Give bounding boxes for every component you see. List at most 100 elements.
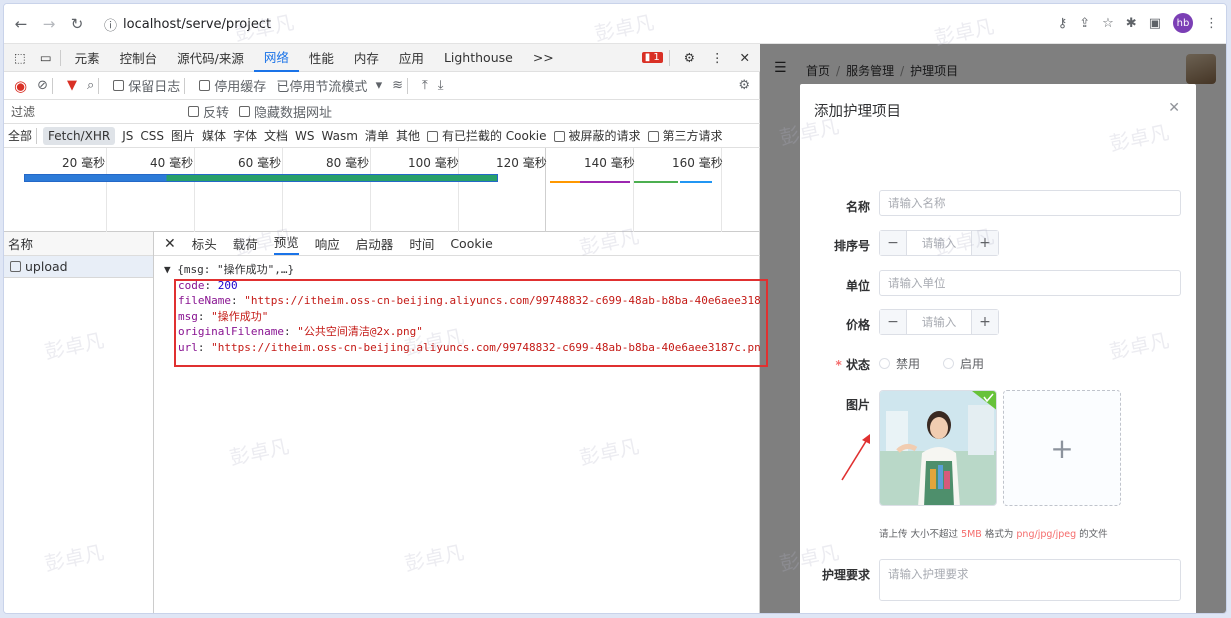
tab-initiator[interactable]: 启动器 — [356, 234, 394, 253]
tab-lighthouse[interactable]: Lighthouse — [434, 44, 523, 72]
type-filter-row: 全部 Fetch/XHR JS CSS 图片 媒体 字体 文档 WS Wasm … — [4, 124, 760, 148]
uploaded-image[interactable] — [879, 390, 997, 506]
reload-icon[interactable]: ↻ — [66, 13, 88, 35]
name-column-header[interactable]: 名称 — [4, 232, 153, 256]
type-manifest[interactable]: 清单 — [365, 127, 389, 144]
timeline-tick: 40 毫秒 — [150, 156, 194, 170]
request-name: upload — [25, 259, 68, 274]
timeline-segment — [580, 181, 630, 183]
type-wasm[interactable]: Wasm — [322, 129, 358, 143]
upload-add-button[interactable]: + — [1003, 390, 1121, 506]
disable-cache-checkbox[interactable]: 停用缓存 — [199, 76, 266, 95]
tab-application[interactable]: 应用 — [389, 44, 434, 72]
timeline-segment — [680, 181, 712, 183]
type-img[interactable]: 图片 — [171, 127, 195, 144]
type-doc[interactable]: 文档 — [264, 127, 288, 144]
price-value[interactable]: 请输入 — [906, 310, 972, 334]
blocked-cookies-checkbox[interactable]: 有已拦截的 Cookie — [426, 127, 547, 144]
tab-console[interactable]: 控制台 — [110, 44, 168, 72]
unit-input[interactable]: 请输入单位 — [879, 270, 1181, 296]
clear-icon[interactable]: ⊘ — [37, 78, 48, 93]
minus-button[interactable]: − — [880, 310, 906, 334]
star-icon[interactable]: ☆ — [1102, 16, 1114, 31]
type-js[interactable]: JS — [122, 129, 133, 143]
type-ws[interactable]: WS — [295, 129, 314, 143]
filter-input[interactable]: 过滤 — [8, 102, 178, 122]
type-media[interactable]: 媒体 — [202, 127, 226, 144]
tab-more[interactable]: >> — [523, 44, 564, 72]
tab-memory[interactable]: 内存 — [344, 44, 389, 72]
info-icon[interactable]: ⓘ — [104, 15, 117, 34]
wifi-icon[interactable]: ≋ — [392, 78, 403, 93]
tab-sources[interactable]: 源代码/来源 — [167, 44, 254, 72]
type-other[interactable]: 其他 — [396, 127, 420, 144]
record-icon[interactable]: ◉ — [14, 77, 27, 95]
hide-data-urls-checkbox[interactable]: 隐藏数据网址 — [239, 102, 332, 121]
key-icon[interactable]: ⚷ — [1058, 16, 1068, 31]
radio-label: 禁用 — [896, 357, 921, 371]
sidepanel-icon[interactable]: ▣ — [1149, 16, 1161, 31]
profile-avatar[interactable]: hb — [1173, 13, 1193, 33]
close-icon[interactable]: ✕ — [730, 44, 760, 72]
error-badge[interactable]: ▮ 1 — [641, 52, 663, 63]
timeline-tick: 80 毫秒 — [326, 156, 370, 170]
tab-response[interactable]: 响应 — [315, 234, 340, 253]
forward-icon[interactable]: → — [38, 13, 60, 35]
price-stepper[interactable]: − 请输入 + — [879, 309, 999, 335]
preserve-log-label: 保留日志 — [128, 80, 181, 95]
name-input[interactable]: 请输入名称 — [879, 190, 1181, 216]
checkbox-box — [553, 131, 565, 142]
type-all[interactable]: 全部 — [8, 127, 32, 144]
request-row[interactable]: upload — [4, 256, 153, 278]
device-icon[interactable]: ▭ — [36, 44, 56, 72]
status-enabled-radio[interactable]: 启用 — [943, 355, 984, 372]
share-icon[interactable]: ⇪ — [1079, 16, 1090, 31]
timeline-segment — [634, 181, 678, 183]
status-disabled-radio[interactable]: 禁用 — [879, 355, 920, 372]
tab-elements[interactable]: 元素 — [65, 44, 110, 72]
filter-icon[interactable]: ▼ — [67, 78, 77, 93]
plus-button[interactable]: + — [972, 310, 998, 334]
type-font[interactable]: 字体 — [233, 127, 257, 144]
inspect-icon[interactable]: ⬚ — [4, 44, 36, 72]
search-icon[interactable]: ⌕ — [87, 78, 94, 93]
close-icon[interactable]: ✕ — [1168, 100, 1180, 116]
type-css[interactable]: CSS — [140, 129, 164, 143]
minus-button[interactable]: − — [880, 231, 906, 255]
timeline-gridline — [106, 148, 107, 232]
tab-headers[interactable]: 标头 — [192, 234, 217, 253]
requirement-textarea[interactable]: 请输入护理要求 — [879, 559, 1181, 601]
type-fetch-xhr[interactable]: Fetch/XHR — [43, 126, 116, 145]
tab-performance[interactable]: 性能 — [299, 44, 344, 72]
blocked-requests-checkbox[interactable]: 被屏蔽的请求 — [553, 127, 641, 144]
timeline-tick: 120 毫秒 — [496, 156, 547, 170]
radio-circle — [943, 358, 954, 369]
invert-checkbox[interactable]: 反转 — [188, 102, 229, 121]
checkbox-box — [199, 80, 211, 91]
timeline-tick: 160 毫秒 — [672, 156, 723, 170]
highlight-box — [174, 279, 768, 367]
tab-network[interactable]: 网络 — [253, 44, 299, 72]
throttle-select[interactable]: 已停用节流模式 ▾ — [276, 76, 382, 95]
download-icon[interactable]: ⤓ — [438, 78, 444, 93]
status-label-text: 状态 — [845, 358, 870, 372]
menu-icon[interactable]: ⋮ — [1205, 16, 1218, 31]
tab-timing[interactable]: 时间 — [409, 234, 434, 253]
extensions-icon[interactable]: ✱ — [1126, 16, 1137, 31]
back-icon[interactable]: ← — [10, 13, 32, 35]
blocked-requests-label: 被屏蔽的请求 — [568, 129, 641, 143]
timeline-tick: 20 毫秒 — [62, 156, 106, 170]
network-settings-icon[interactable]: ⚙ — [738, 78, 750, 93]
preserve-log-checkbox[interactable]: 保留日志 — [113, 76, 180, 95]
upload-icon[interactable]: ⤒ — [422, 78, 428, 93]
hint-text: 格式为 — [984, 529, 1014, 540]
tab-cookies[interactable]: Cookie — [450, 236, 492, 251]
more-icon[interactable]: ⋮ — [705, 44, 730, 72]
upload-hint: 请上传 大小不超过 5MB 格式为 png/jpg/jpeg 的文件 — [879, 526, 1108, 540]
detail-close-icon[interactable]: ✕ — [164, 236, 176, 252]
network-timeline[interactable]: 20 毫秒 40 毫秒 60 毫秒 80 毫秒 100 毫秒 120 毫秒 14… — [4, 148, 760, 232]
json-summary[interactable]: ▼ {msg: "操作成功",…} — [164, 262, 760, 278]
settings-icon[interactable]: ⚙ — [674, 44, 705, 72]
third-party-checkbox[interactable]: 第三方请求 — [647, 127, 723, 144]
hint-text: 请上传 大小不超过 — [879, 529, 959, 540]
